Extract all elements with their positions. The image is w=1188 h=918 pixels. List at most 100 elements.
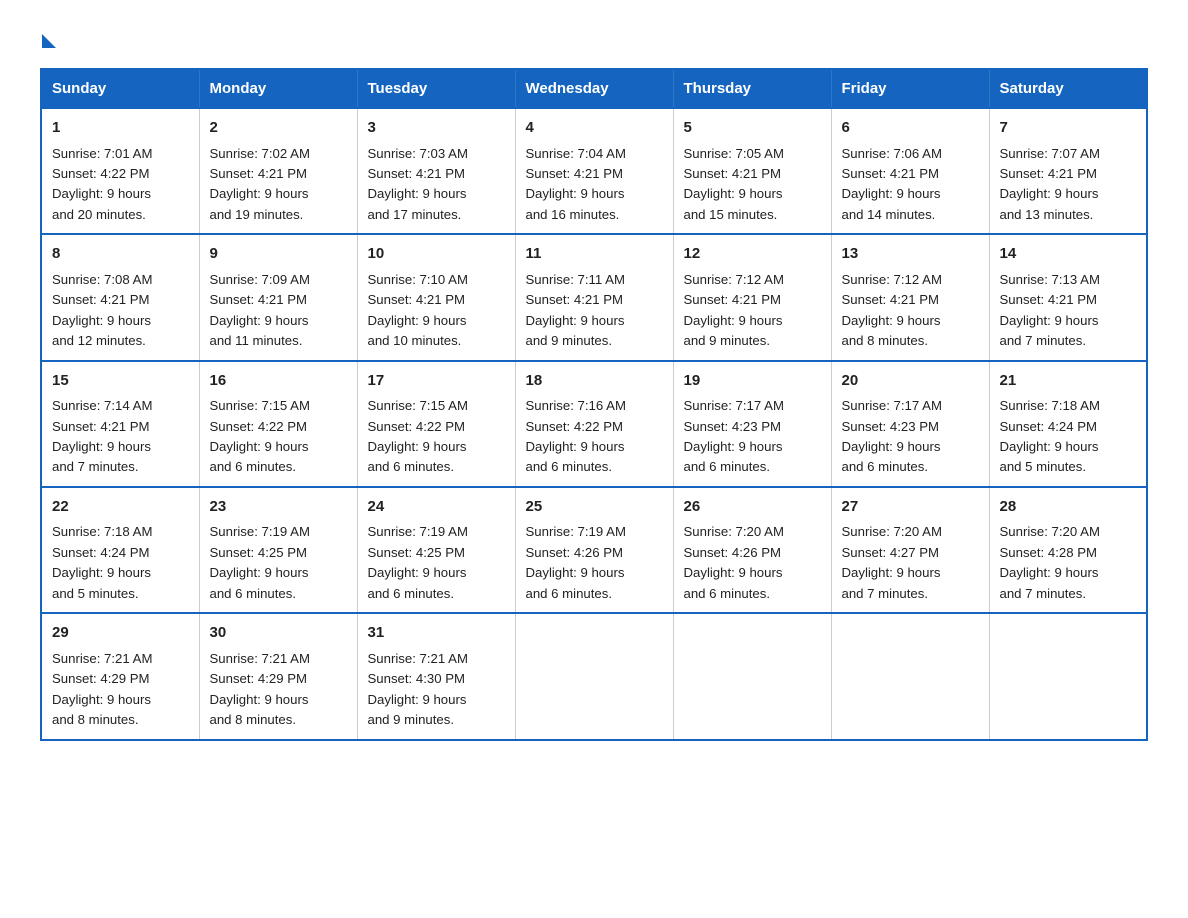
day-number: 26 [684,496,821,519]
day-info: Sunrise: 7:12 AMSunset: 4:21 PMDaylight:… [684,272,784,348]
day-info: Sunrise: 7:20 AMSunset: 4:26 PMDaylight:… [684,524,784,600]
calendar-day-cell: 27 Sunrise: 7:20 AMSunset: 4:27 PMDaylig… [831,487,989,613]
calendar-day-cell [831,613,989,739]
day-info: Sunrise: 7:20 AMSunset: 4:28 PMDaylight:… [1000,524,1100,600]
day-info: Sunrise: 7:06 AMSunset: 4:21 PMDaylight:… [842,146,942,222]
day-number: 24 [368,496,505,519]
day-info: Sunrise: 7:15 AMSunset: 4:22 PMDaylight:… [210,398,310,474]
calendar-day-cell: 7 Sunrise: 7:07 AMSunset: 4:21 PMDayligh… [989,108,1147,234]
day-info: Sunrise: 7:18 AMSunset: 4:24 PMDaylight:… [52,524,152,600]
day-number: 12 [684,243,821,266]
calendar-day-cell: 21 Sunrise: 7:18 AMSunset: 4:24 PMDaylig… [989,361,1147,487]
day-number: 29 [52,622,189,645]
calendar-day-cell: 15 Sunrise: 7:14 AMSunset: 4:21 PMDaylig… [41,361,199,487]
calendar-day-cell [673,613,831,739]
calendar-day-cell: 14 Sunrise: 7:13 AMSunset: 4:21 PMDaylig… [989,234,1147,360]
calendar-day-cell: 20 Sunrise: 7:17 AMSunset: 4:23 PMDaylig… [831,361,989,487]
day-number: 22 [52,496,189,519]
day-number: 9 [210,243,347,266]
day-number: 10 [368,243,505,266]
day-info: Sunrise: 7:12 AMSunset: 4:21 PMDaylight:… [842,272,942,348]
day-info: Sunrise: 7:13 AMSunset: 4:21 PMDaylight:… [1000,272,1100,348]
calendar-day-cell: 30 Sunrise: 7:21 AMSunset: 4:29 PMDaylig… [199,613,357,739]
calendar-day-cell: 26 Sunrise: 7:20 AMSunset: 4:26 PMDaylig… [673,487,831,613]
calendar-week-row: 22 Sunrise: 7:18 AMSunset: 4:24 PMDaylig… [41,487,1147,613]
day-info: Sunrise: 7:21 AMSunset: 4:29 PMDaylight:… [210,651,310,727]
weekday-header-saturday: Saturday [989,69,1147,108]
weekday-header-thursday: Thursday [673,69,831,108]
day-info: Sunrise: 7:21 AMSunset: 4:30 PMDaylight:… [368,651,468,727]
calendar-day-cell: 8 Sunrise: 7:08 AMSunset: 4:21 PMDayligh… [41,234,199,360]
calendar-day-cell: 1 Sunrise: 7:01 AMSunset: 4:22 PMDayligh… [41,108,199,234]
day-info: Sunrise: 7:09 AMSunset: 4:21 PMDaylight:… [210,272,310,348]
calendar-week-row: 1 Sunrise: 7:01 AMSunset: 4:22 PMDayligh… [41,108,1147,234]
day-info: Sunrise: 7:18 AMSunset: 4:24 PMDaylight:… [1000,398,1100,474]
day-number: 1 [52,117,189,140]
calendar-header: SundayMondayTuesdayWednesdayThursdayFrid… [41,69,1147,108]
day-info: Sunrise: 7:16 AMSunset: 4:22 PMDaylight:… [526,398,626,474]
day-info: Sunrise: 7:05 AMSunset: 4:21 PMDaylight:… [684,146,784,222]
calendar-week-row: 29 Sunrise: 7:21 AMSunset: 4:29 PMDaylig… [41,613,1147,739]
day-number: 16 [210,370,347,393]
day-number: 13 [842,243,979,266]
day-info: Sunrise: 7:01 AMSunset: 4:22 PMDaylight:… [52,146,152,222]
day-info: Sunrise: 7:11 AMSunset: 4:21 PMDaylight:… [526,272,625,348]
logo-arrow-icon [42,34,56,48]
day-number: 28 [1000,496,1137,519]
day-info: Sunrise: 7:17 AMSunset: 4:23 PMDaylight:… [684,398,784,474]
calendar-body: 1 Sunrise: 7:01 AMSunset: 4:22 PMDayligh… [41,108,1147,740]
day-number: 15 [52,370,189,393]
calendar-day-cell: 19 Sunrise: 7:17 AMSunset: 4:23 PMDaylig… [673,361,831,487]
day-number: 31 [368,622,505,645]
day-info: Sunrise: 7:21 AMSunset: 4:29 PMDaylight:… [52,651,152,727]
day-number: 17 [368,370,505,393]
day-number: 25 [526,496,663,519]
day-info: Sunrise: 7:20 AMSunset: 4:27 PMDaylight:… [842,524,942,600]
day-number: 5 [684,117,821,140]
weekday-header-tuesday: Tuesday [357,69,515,108]
day-number: 30 [210,622,347,645]
day-info: Sunrise: 7:04 AMSunset: 4:21 PMDaylight:… [526,146,626,222]
calendar-day-cell: 28 Sunrise: 7:20 AMSunset: 4:28 PMDaylig… [989,487,1147,613]
calendar-week-row: 8 Sunrise: 7:08 AMSunset: 4:21 PMDayligh… [41,234,1147,360]
weekday-header-wednesday: Wednesday [515,69,673,108]
page-header [40,30,1148,48]
calendar-day-cell: 16 Sunrise: 7:15 AMSunset: 4:22 PMDaylig… [199,361,357,487]
day-info: Sunrise: 7:10 AMSunset: 4:21 PMDaylight:… [368,272,468,348]
calendar-day-cell: 23 Sunrise: 7:19 AMSunset: 4:25 PMDaylig… [199,487,357,613]
calendar-day-cell: 25 Sunrise: 7:19 AMSunset: 4:26 PMDaylig… [515,487,673,613]
calendar-day-cell: 17 Sunrise: 7:15 AMSunset: 4:22 PMDaylig… [357,361,515,487]
day-info: Sunrise: 7:19 AMSunset: 4:26 PMDaylight:… [526,524,626,600]
calendar-day-cell: 3 Sunrise: 7:03 AMSunset: 4:21 PMDayligh… [357,108,515,234]
calendar-day-cell: 9 Sunrise: 7:09 AMSunset: 4:21 PMDayligh… [199,234,357,360]
day-info: Sunrise: 7:08 AMSunset: 4:21 PMDaylight:… [52,272,152,348]
day-info: Sunrise: 7:02 AMSunset: 4:21 PMDaylight:… [210,146,310,222]
calendar-day-cell: 4 Sunrise: 7:04 AMSunset: 4:21 PMDayligh… [515,108,673,234]
day-number: 2 [210,117,347,140]
calendar-day-cell: 2 Sunrise: 7:02 AMSunset: 4:21 PMDayligh… [199,108,357,234]
day-number: 7 [1000,117,1137,140]
day-info: Sunrise: 7:19 AMSunset: 4:25 PMDaylight:… [210,524,310,600]
day-number: 8 [52,243,189,266]
day-number: 27 [842,496,979,519]
day-number: 21 [1000,370,1137,393]
day-number: 14 [1000,243,1137,266]
calendar-day-cell: 5 Sunrise: 7:05 AMSunset: 4:21 PMDayligh… [673,108,831,234]
day-number: 20 [842,370,979,393]
calendar-day-cell: 18 Sunrise: 7:16 AMSunset: 4:22 PMDaylig… [515,361,673,487]
day-number: 18 [526,370,663,393]
calendar-day-cell [515,613,673,739]
day-number: 6 [842,117,979,140]
weekday-header-row: SundayMondayTuesdayWednesdayThursdayFrid… [41,69,1147,108]
day-info: Sunrise: 7:15 AMSunset: 4:22 PMDaylight:… [368,398,468,474]
calendar-week-row: 15 Sunrise: 7:14 AMSunset: 4:21 PMDaylig… [41,361,1147,487]
calendar-day-cell: 29 Sunrise: 7:21 AMSunset: 4:29 PMDaylig… [41,613,199,739]
calendar-day-cell: 13 Sunrise: 7:12 AMSunset: 4:21 PMDaylig… [831,234,989,360]
weekday-header-friday: Friday [831,69,989,108]
calendar-day-cell: 31 Sunrise: 7:21 AMSunset: 4:30 PMDaylig… [357,613,515,739]
calendar-day-cell: 10 Sunrise: 7:10 AMSunset: 4:21 PMDaylig… [357,234,515,360]
logo [40,30,56,48]
day-info: Sunrise: 7:14 AMSunset: 4:21 PMDaylight:… [52,398,152,474]
calendar-table: SundayMondayTuesdayWednesdayThursdayFrid… [40,68,1148,741]
calendar-day-cell: 11 Sunrise: 7:11 AMSunset: 4:21 PMDaylig… [515,234,673,360]
